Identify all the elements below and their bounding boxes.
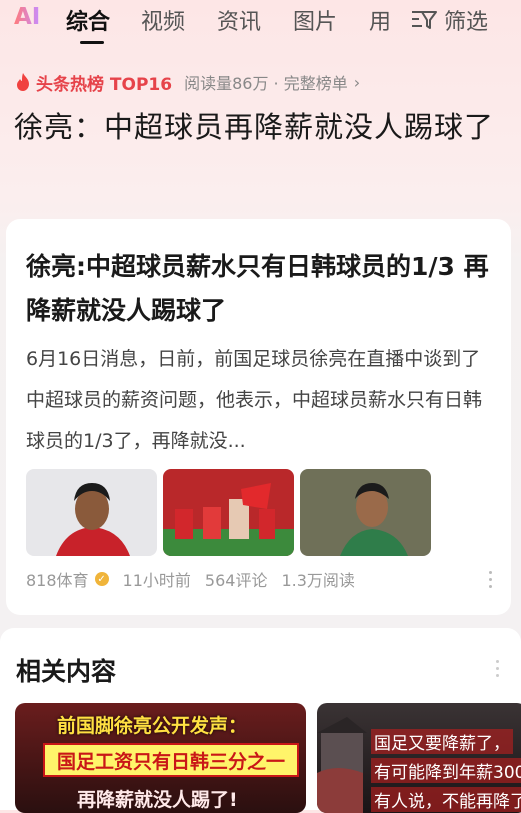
- related-section: 相关内容 前国脚徐亮公开发声： 国足工资只有日韩三分之一 再降薪就没人踢了! 国…: [0, 628, 521, 813]
- page-headline: 徐亮：中超球员再降薪就没人踢球了: [14, 110, 495, 144]
- tab-comprehensive[interactable]: 综合: [66, 4, 110, 36]
- article-title[interactable]: 徐亮:中超球员薪水只有日韩球员的1/3 再降薪就没人踢球了: [26, 245, 496, 333]
- related-title: 相关内容: [16, 657, 117, 686]
- article-summary: 6月16日消息，日前，前国足球员徐亮在直播中谈到了中超球员的薪资问题，他表示，中…: [26, 348, 483, 452]
- flame-icon: [17, 73, 29, 91]
- related-card-2-line-2: 有可能降到年薪300: [371, 758, 521, 783]
- filter-button[interactable]: 筛选: [410, 4, 488, 36]
- related-card-2-line-1: 国足又要降薪了，: [371, 729, 513, 754]
- related-card-2[interactable]: 国足又要降薪了， 有可能降到年薪300 有人说，不能再降了: [317, 703, 521, 813]
- article-meta: 818体育 ✓ 11小时前 564评论 1.3万阅读: [26, 567, 369, 591]
- verified-icon: ✓: [94, 572, 109, 586]
- filter-icon: [412, 11, 437, 29]
- related-card-1-banner: 国足工资只有日韩三分之一: [43, 743, 299, 777]
- hot-rank-meta: 阅读量86万 · 完整榜单: [184, 74, 348, 93]
- related-card-2-line-3: 有人说，不能再降了: [371, 787, 521, 812]
- tab-news[interactable]: 资讯: [217, 4, 261, 36]
- article-source[interactable]: 818体育: [26, 567, 89, 591]
- related-more-icon[interactable]: [496, 660, 499, 681]
- article-image-3[interactable]: [300, 469, 431, 556]
- chevron-right-icon: ›: [353, 72, 361, 92]
- article-thumbnails: [26, 469, 431, 556]
- tab-images[interactable]: 图片: [293, 4, 337, 36]
- related-card-1-line-3: 再降薪就没人踢了!: [77, 789, 238, 811]
- article-image-1[interactable]: [26, 469, 157, 556]
- article-image-2[interactable]: [163, 469, 294, 556]
- article-time: 11小时前: [122, 571, 191, 590]
- related-card-1-line-1: 前国脚徐亮公开发声：: [57, 715, 248, 737]
- related-card-1[interactable]: 前国脚徐亮公开发声： 国足工资只有日韩三分之一 再降薪就没人踢了!: [15, 703, 306, 813]
- active-tab-indicator: [80, 41, 104, 44]
- tab-ai[interactable]: AI: [14, 4, 40, 30]
- filter-label: 筛选: [444, 10, 489, 35]
- article-card[interactable]: 徐亮:中超球员薪水只有日韩球员的1/3 再降薪就没人踢球了 6月16日消息，日前…: [6, 219, 511, 615]
- tab-video[interactable]: 视频: [141, 4, 185, 36]
- hot-rank-title: 头条热榜 TOP16: [36, 74, 173, 95]
- more-options-icon[interactable]: [489, 571, 493, 592]
- related-card-1-line-2: 国足工资只有日韩三分之一: [56, 750, 285, 773]
- article-reads: 1.3万阅读: [281, 571, 355, 590]
- tab-bar: AI 综合 视频 资讯 图片 用 筛选: [0, 0, 521, 48]
- article-comments: 564评论: [204, 571, 268, 590]
- hot-rank-line[interactable]: 头条热榜 TOP16 阅读量86万 · 完整榜单 ›: [14, 70, 361, 95]
- tab-users[interactable]: 用: [369, 4, 391, 36]
